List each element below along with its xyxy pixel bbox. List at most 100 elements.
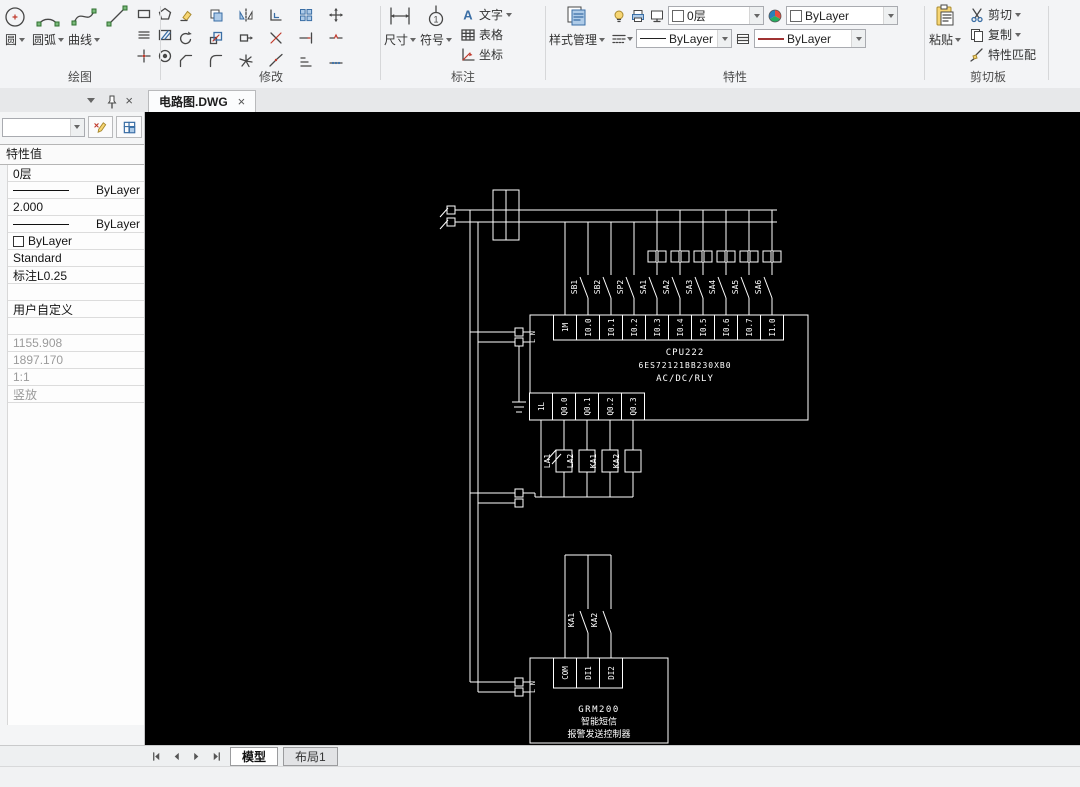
switch-contact[interactable] <box>579 276 589 299</box>
plc-output-label[interactable]: Q0.3 <box>629 397 638 415</box>
plc-input-label[interactable]: I1.0 <box>768 318 777 337</box>
multiline-icon[interactable] <box>134 25 154 45</box>
fuse-block[interactable] <box>739 250 749 263</box>
plc-output-label[interactable]: Q0.1 <box>583 397 592 415</box>
bus-terminal[interactable] <box>446 217 456 227</box>
switch-label[interactable]: SA1 <box>639 280 648 295</box>
pin-icon[interactable] <box>104 94 117 109</box>
next-layout-button[interactable] <box>188 749 205 764</box>
grm-terminal-label[interactable]: DI1 <box>584 666 593 680</box>
switch-contact[interactable] <box>740 276 750 299</box>
switch-label[interactable]: SA4 <box>708 280 717 295</box>
grm-text[interactable]: 智能短信 <box>581 716 617 728</box>
power-terminal[interactable] <box>514 687 524 697</box>
coordinate-tool-button[interactable]: 坐标 <box>456 45 516 64</box>
fuse-block[interactable] <box>726 250 736 263</box>
contact-label[interactable]: KA2 <box>590 613 599 628</box>
plc-input-label[interactable]: I0.6 <box>722 318 731 337</box>
grm-text[interactable]: 报警发送控制器 <box>567 728 630 740</box>
copy-icon[interactable] <box>202 4 230 25</box>
tab-model[interactable]: 模型 <box>230 746 279 766</box>
rectangle-icon[interactable] <box>134 4 154 24</box>
plc-output-label[interactable]: 1L <box>537 402 546 412</box>
property-row[interactable]: 用户自定义 <box>8 301 144 318</box>
fuse-block[interactable] <box>749 250 759 263</box>
switch-label[interactable]: SB1 <box>570 280 579 295</box>
contact-label[interactable]: KA1 <box>567 613 576 628</box>
plc-input-label[interactable]: I0.4 <box>676 318 685 337</box>
fuse-block[interactable] <box>772 250 782 263</box>
plc-input-label[interactable]: I0.2 <box>630 318 639 336</box>
property-row[interactable]: 2.000 <box>8 199 144 216</box>
entity-select[interactable] <box>2 117 85 137</box>
bus-terminal[interactable] <box>446 205 456 215</box>
paste-button[interactable]: 粘贴 <box>927 2 963 49</box>
last-layout-button[interactable] <box>208 749 225 764</box>
array-icon[interactable] <box>292 4 320 25</box>
power-terminal[interactable] <box>514 337 524 347</box>
erase-icon[interactable] <box>172 4 200 25</box>
property-row[interactable]: ByLayer <box>8 216 144 233</box>
previous-layout-button[interactable] <box>168 749 185 764</box>
extend-icon[interactable] <box>292 27 320 48</box>
circuit-diagram[interactable]: SB1 SB2 SP2 SA1 SA2 SA3 SA4 SA5 SA6 1M I0.0 I0.1 I0.… <box>145 112 1080 745</box>
plc-input-label[interactable]: I0.1 <box>607 318 616 336</box>
plc-input-label[interactable]: I0.0 <box>584 318 593 337</box>
move-icon[interactable] <box>322 4 350 25</box>
fuse-block[interactable] <box>703 250 713 263</box>
fuse-block[interactable] <box>647 250 657 263</box>
lineweight-select[interactable]: ByLayer <box>754 29 867 48</box>
fuse-block[interactable] <box>762 250 772 263</box>
layer-on-off-button[interactable] <box>611 8 627 24</box>
switch-label[interactable]: SA2 <box>662 280 671 295</box>
first-layout-button[interactable] <box>148 749 165 764</box>
relay-label[interactable]: LA2 <box>566 454 575 469</box>
linetype-menu-button[interactable] <box>611 31 634 47</box>
scale-icon[interactable] <box>202 27 230 48</box>
switch-contact[interactable] <box>648 276 658 299</box>
property-row[interactable]: ByLayer <box>8 182 144 199</box>
edit-properties-button[interactable] <box>87 116 114 138</box>
grm-terminal-label[interactable]: DI2 <box>607 666 616 680</box>
dimension-tool-button[interactable]: 尺寸 <box>382 2 418 49</box>
mirror-icon[interactable] <box>232 4 260 25</box>
power-terminal[interactable] <box>514 327 524 337</box>
property-row[interactable]: 竖放 <box>8 386 144 403</box>
document-tab[interactable]: 电路图.DWG × <box>148 90 257 112</box>
plc-output-label[interactable]: Q0.0 <box>560 397 569 416</box>
plc-model-text[interactable]: AC/DC/RLY <box>656 374 714 384</box>
plc-input-label[interactable]: 1M <box>561 323 570 333</box>
power-terminal[interactable] <box>514 498 524 508</box>
property-row[interactable]: 1897.170 <box>8 352 144 369</box>
relay-label[interactable]: KA1 <box>589 454 598 469</box>
point-icon[interactable] <box>134 46 154 66</box>
rotate-icon[interactable] <box>172 27 200 48</box>
match-properties-button[interactable]: 特性匹配 <box>965 45 1040 64</box>
color-select[interactable]: ByLayer <box>786 6 899 25</box>
trim-icon[interactable] <box>262 27 290 48</box>
curve-tool-button[interactable]: 曲线 <box>66 2 102 49</box>
power-label[interactable]: L N <box>529 331 537 343</box>
switch-contact[interactable] <box>602 276 612 299</box>
relay-coil[interactable] <box>624 449 642 473</box>
switch-contact[interactable] <box>694 276 704 299</box>
property-row[interactable]: ByLayer <box>8 233 144 250</box>
switch-contact[interactable] <box>602 610 612 634</box>
plc-input-label[interactable]: I0.5 <box>699 318 708 336</box>
document-tab-close-icon[interactable]: × <box>238 95 246 108</box>
line-tool-button[interactable] <box>102 2 132 30</box>
fuse-block[interactable] <box>693 250 703 263</box>
switch-label[interactable]: SP2 <box>616 280 625 295</box>
table-tool-button[interactable]: 表格 <box>456 25 516 44</box>
circle-tool-button[interactable]: 圆 <box>0 2 30 49</box>
grm-text[interactable]: GRM200 <box>578 705 620 715</box>
tab-layout1[interactable]: 布局1 <box>283 746 338 766</box>
property-row[interactable]: 标注L0.25 <box>8 267 144 284</box>
symbol-tool-button[interactable]: 1 符号 <box>418 2 454 49</box>
property-row[interactable]: 1155.908 <box>8 335 144 352</box>
power-terminal[interactable] <box>514 488 524 498</box>
plc-output-label[interactable]: Q0.2 <box>606 397 615 415</box>
style-manager-button[interactable]: 样式管理 <box>547 2 607 49</box>
relay-label[interactable]: KA2 <box>612 454 621 469</box>
panel-menu-icon[interactable] <box>87 97 96 103</box>
